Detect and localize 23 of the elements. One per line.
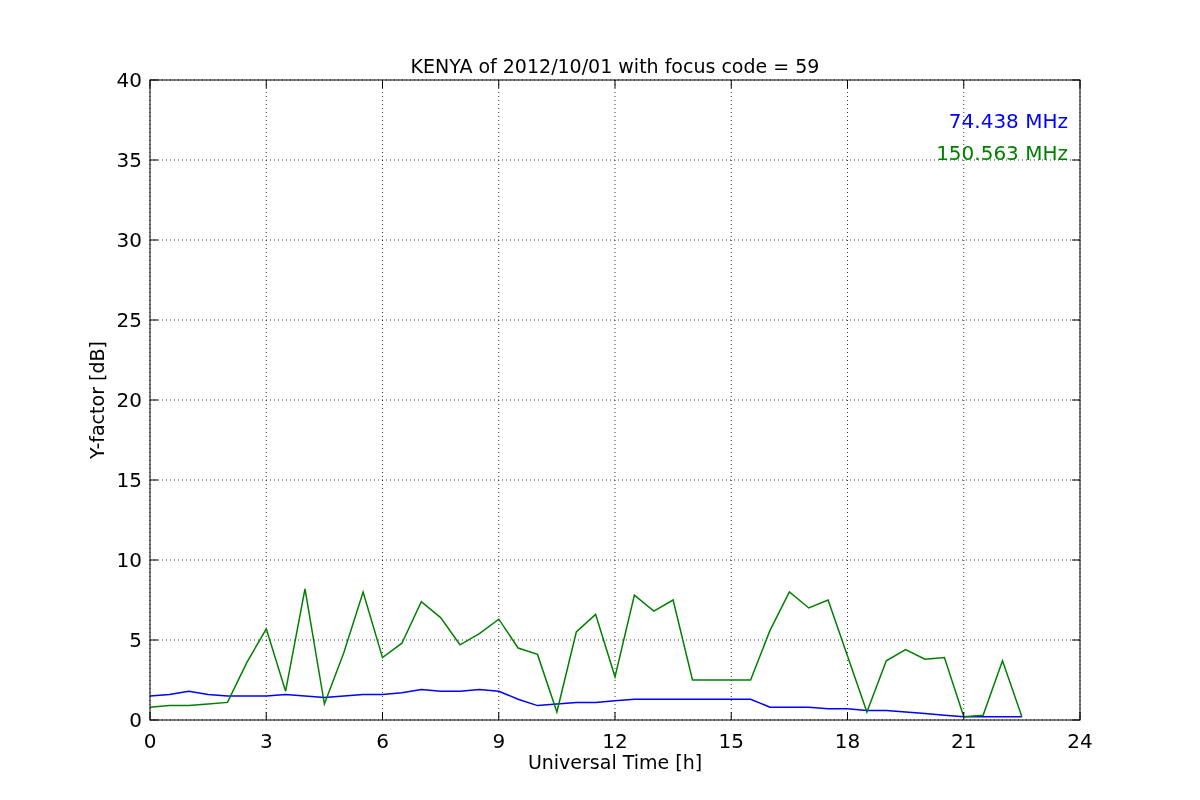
y-tick-label: 5 — [129, 628, 142, 652]
y-tick-label: 15 — [116, 468, 142, 492]
x-tick-label: 18 — [834, 729, 861, 753]
y-axis-label: Y-factor [dB] — [86, 341, 108, 459]
y-tick-label: 0 — [129, 708, 142, 732]
x-tick-label: 15 — [718, 729, 744, 753]
y-tick-label: 30 — [116, 228, 142, 252]
y-tick-label: 25 — [116, 308, 142, 332]
chart-title: KENYA of 2012/10/01 with focus code = 59 — [410, 55, 820, 77]
legend-label: 74.438 MHz — [948, 109, 1068, 133]
y-tick-label: 40 — [116, 68, 142, 92]
x-tick-label: 21 — [951, 729, 977, 753]
x-tick-label: 12 — [602, 729, 628, 753]
x-tick-label: 3 — [259, 729, 273, 753]
legend-label: 150.563 MHz — [936, 141, 1068, 165]
x-tick-label: 0 — [143, 729, 157, 753]
y-tick-label: 20 — [116, 388, 142, 412]
y-tick-label: 35 — [116, 148, 142, 172]
y-tick-label: 10 — [116, 548, 142, 572]
x-tick-label: 9 — [492, 729, 506, 753]
x-tick-label: 6 — [376, 729, 389, 753]
x-tick-label: 24 — [1067, 729, 1093, 753]
x-axis-label: Universal Time [h] — [527, 751, 703, 773]
